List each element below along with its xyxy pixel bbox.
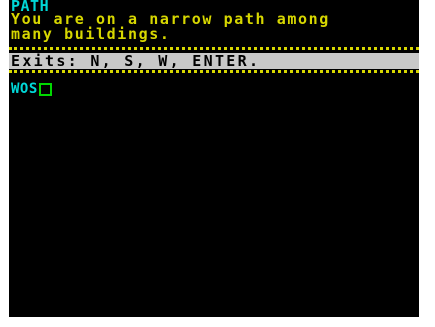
text-cursor [38, 82, 52, 96]
exits-bar: Exits: N, S, W, ENTER. [9, 53, 419, 69]
command-input[interactable]: WOS [11, 82, 38, 96]
location-description: You are on a narrow path among many buil… [11, 10, 330, 43]
game-screen: PATH You are on a narrow path among many… [9, 0, 419, 317]
divider-bottom [9, 70, 419, 73]
divider-top [9, 47, 419, 50]
command-prompt[interactable]: WOS [11, 82, 52, 96]
